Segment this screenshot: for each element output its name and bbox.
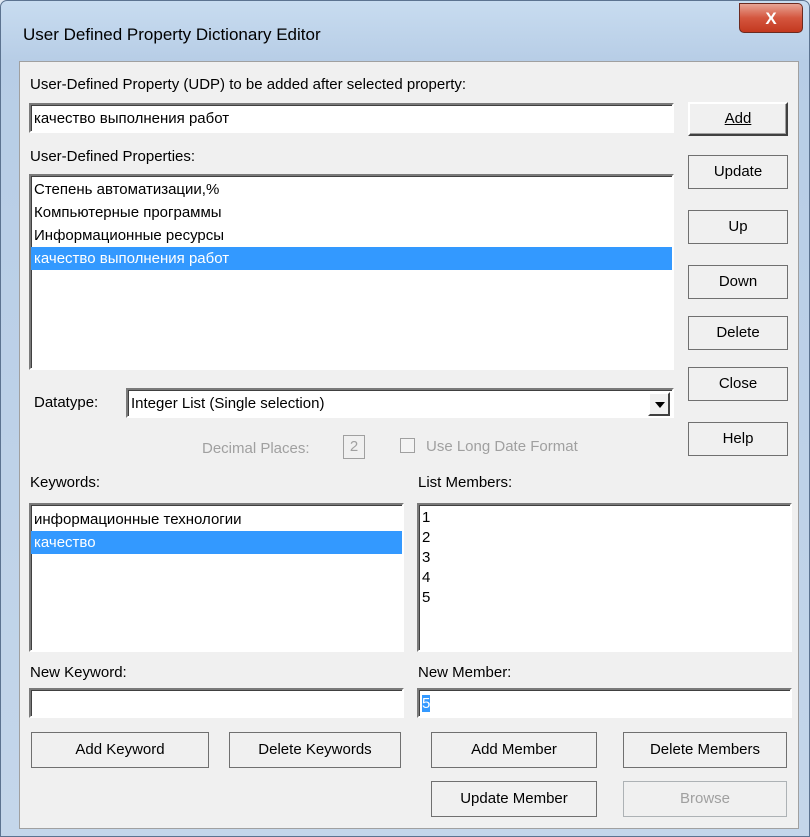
window-title: User Defined Property Dictionary Editor xyxy=(23,25,321,44)
browse-button[interactable]: Browse xyxy=(623,781,787,817)
up-button-label: Up xyxy=(728,218,748,235)
add-button[interactable]: Add xyxy=(688,102,788,136)
dialog-client-area: User-Defined Property (UDP) to be added … xyxy=(19,61,799,829)
add-member-label: Add Member xyxy=(471,741,557,758)
down-button[interactable]: Down xyxy=(688,265,788,299)
browse-label: Browse xyxy=(679,790,731,807)
new-member-value: 5 xyxy=(419,690,790,718)
udp-label: User-Defined Property (UDP) to be added … xyxy=(30,76,467,93)
add-button-label: Add xyxy=(724,110,752,127)
dropdown-arrow-icon[interactable] xyxy=(648,392,670,416)
member-list-item[interactable]: 3 xyxy=(419,548,790,568)
help-button[interactable]: Help xyxy=(688,422,788,456)
datatype-value: Integer List (Single selection) xyxy=(131,395,325,412)
close-button-label: Close xyxy=(718,375,758,392)
close-button[interactable]: Close xyxy=(688,367,788,401)
delete-members-label: Delete Members xyxy=(649,741,761,758)
up-button[interactable]: Up xyxy=(688,210,788,244)
decimal-places-label: Decimal Places: xyxy=(202,440,310,457)
member-list-item[interactable]: 1 xyxy=(419,508,790,528)
delete-keywords-label: Delete Keywords xyxy=(258,741,372,758)
decimal-places-value: 2 xyxy=(349,438,359,455)
down-button-label: Down xyxy=(718,273,758,290)
add-keyword-button[interactable]: Add Keyword xyxy=(31,732,209,768)
udp-input[interactable]: качество выполнения работ xyxy=(29,103,674,133)
property-list-item[interactable]: качество выполнения работ xyxy=(31,247,672,270)
long-date-label: Use Long Date Format xyxy=(426,438,578,455)
datatype-select[interactable]: Integer List (Single selection) xyxy=(126,388,674,418)
long-date-checkbox[interactable] xyxy=(400,438,415,453)
close-window-button[interactable]: X xyxy=(739,3,803,33)
add-member-button[interactable]: Add Member xyxy=(431,732,597,768)
add-keyword-label: Add Keyword xyxy=(75,741,165,758)
new-keyword-input[interactable] xyxy=(29,688,404,718)
udp-input-value: качество выполнения работ xyxy=(34,110,230,127)
member-list-item[interactable]: 4 xyxy=(419,568,790,588)
dialog-window: User Defined Property Dictionary Editor … xyxy=(0,0,810,837)
delete-button[interactable]: Delete xyxy=(688,316,788,350)
update-button-label: Update xyxy=(713,163,763,180)
member-list-item[interactable]: 5 xyxy=(419,588,790,608)
delete-members-button[interactable]: Delete Members xyxy=(623,732,787,768)
property-list-item[interactable]: Степень автоматизации,% xyxy=(31,178,672,201)
property-list-item[interactable]: Информационные ресурсы xyxy=(31,224,672,247)
title-bar: User Defined Property Dictionary Editor … xyxy=(1,1,809,61)
list-members-list[interactable]: 12345 xyxy=(417,503,792,652)
keywords-list[interactable]: информационные технологии качество xyxy=(29,503,404,652)
delete-button-label: Delete xyxy=(716,324,760,341)
delete-keywords-button[interactable]: Delete Keywords xyxy=(229,732,401,768)
datatype-label: Datatype: xyxy=(34,394,99,411)
update-button[interactable]: Update xyxy=(688,155,788,189)
new-member-selected-text: 5 xyxy=(422,695,431,712)
keywords-label: Keywords: xyxy=(30,474,101,491)
list-members-label: List Members: xyxy=(418,474,513,491)
new-member-input[interactable]: 5 xyxy=(417,688,792,718)
properties-list[interactable]: Степень автоматизации,% Компьютерные прог… xyxy=(29,174,674,370)
help-button-label: Help xyxy=(722,430,754,447)
new-member-label: New Member: xyxy=(418,664,512,681)
member-list-item[interactable]: 2 xyxy=(419,528,790,548)
new-keyword-label: New Keyword: xyxy=(30,664,127,681)
keyword-list-item[interactable]: качество xyxy=(31,531,402,554)
properties-label: User-Defined Properties: xyxy=(30,148,196,165)
property-list-item[interactable]: Компьютерные программы xyxy=(31,201,672,224)
update-member-label: Update Member xyxy=(460,790,568,807)
keyword-list-item[interactable]: информационные технологии xyxy=(31,508,402,531)
update-member-button[interactable]: Update Member xyxy=(431,781,597,817)
decimal-places-input[interactable]: 2 xyxy=(343,435,365,459)
